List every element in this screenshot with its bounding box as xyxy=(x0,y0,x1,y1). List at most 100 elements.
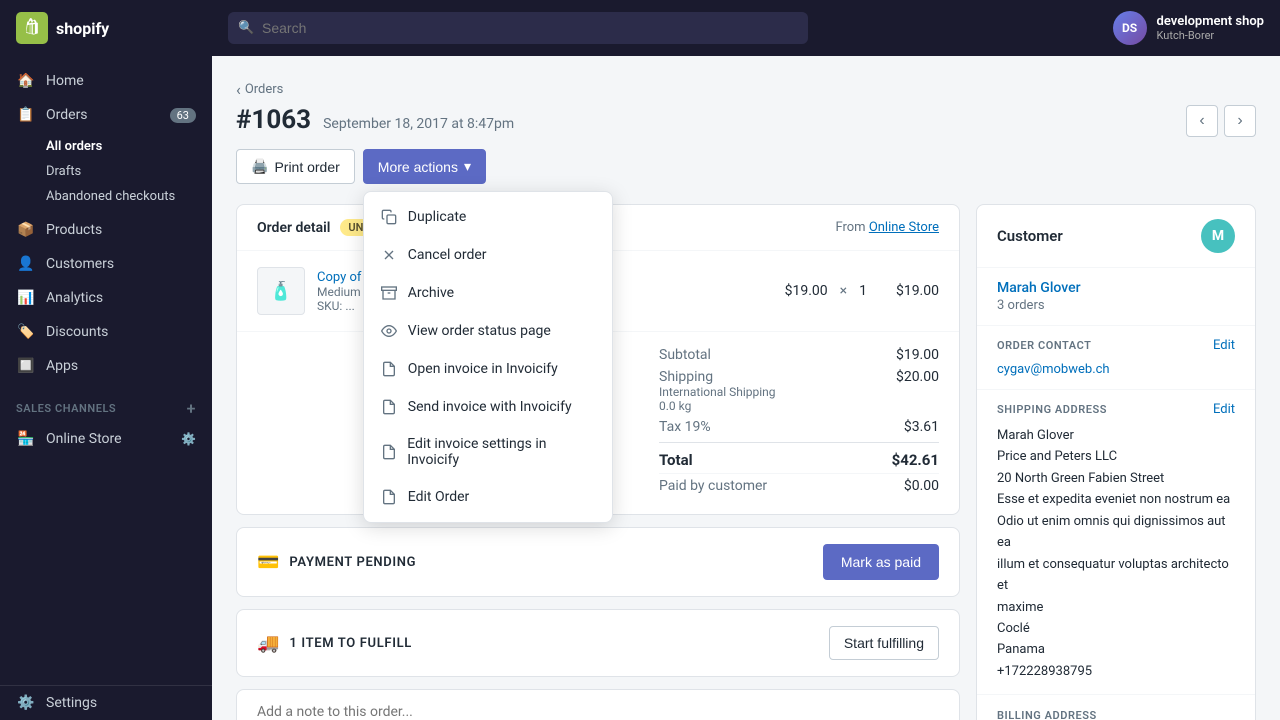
customer-card: Customer M Marah Glover 3 orders ORDER C… xyxy=(976,204,1256,720)
from-store-link[interactable]: Online Store xyxy=(869,220,939,235)
sidebar-item-customers[interactable]: 👤 Customers xyxy=(0,247,212,281)
shipping-row: Shipping International Shipping 0.0 kg $… xyxy=(659,366,939,416)
send-invoice-icon xyxy=(380,398,398,416)
customer-name-link[interactable]: Marah Glover xyxy=(997,280,1235,296)
sidebar-item-apps[interactable]: 🔲 Apps xyxy=(0,349,212,383)
order-item-total: $19.00 xyxy=(879,283,939,299)
contact-edit-link[interactable]: Edit xyxy=(1213,338,1235,353)
products-icon: 📦 xyxy=(16,222,36,238)
payment-icon: 💳 xyxy=(257,552,279,573)
eye-icon xyxy=(380,322,398,340)
sidebar-section-sales-channels: SALES CHANNELS + xyxy=(0,383,212,422)
sidebar-item-online-store[interactable]: 🏪 Online Store ⚙️ xyxy=(0,422,212,456)
dropdown-item-archive[interactable]: Archive xyxy=(364,274,612,312)
archive-label: Archive xyxy=(408,285,454,301)
breadcrumb-label: Orders xyxy=(245,82,284,97)
note-textarea[interactable] xyxy=(237,690,959,720)
dropdown-item-duplicate[interactable]: Duplicate xyxy=(364,198,612,236)
paid-row: Paid by customer $0.00 xyxy=(659,473,939,498)
order-date: September 18, 2017 at 8:47pm xyxy=(323,116,514,132)
total-row: Total $42.61 xyxy=(659,442,939,473)
order-item-multiply: × xyxy=(840,283,847,299)
online-store-icon: 🏪 xyxy=(16,431,36,447)
sidebar-item-discounts[interactable]: 🏷️ Discounts xyxy=(0,315,212,349)
shipping-address-section: SHIPPING ADDRESS Edit Marah Glover Price… xyxy=(977,390,1255,694)
mark-as-paid-button[interactable]: Mark as paid xyxy=(823,544,939,580)
dropdown-item-open-invoice[interactable]: Open invoice in Invoicify xyxy=(364,350,612,388)
payment-pending-card: 💳 PAYMENT PENDING Mark as paid xyxy=(236,527,960,597)
edit-invoice-settings-icon xyxy=(380,443,397,461)
apps-icon: 🔲 xyxy=(16,358,36,374)
sidebar-discounts-label: Discounts xyxy=(46,324,108,340)
edit-invoice-settings-label: Edit invoice settings in Invoicify xyxy=(407,436,596,468)
breadcrumb[interactable]: ‹ Orders xyxy=(236,80,1256,99)
next-order-button[interactable]: › xyxy=(1224,105,1256,137)
product-thumbnail: 🧴 xyxy=(257,267,305,315)
sidebar-analytics-label: Analytics xyxy=(46,290,103,306)
analytics-icon: 📊 xyxy=(16,290,36,306)
cancel-order-label: Cancel order xyxy=(408,247,487,263)
sidebar-settings-label: Settings xyxy=(46,695,97,711)
sidebar-orders-label: Orders xyxy=(46,107,88,123)
sidebar-products-label: Products xyxy=(46,222,102,238)
dropdown-item-edit-invoice-settings[interactable]: Edit invoice settings in Invoicify xyxy=(364,426,612,478)
online-store-settings-icon: ⚙️ xyxy=(181,432,196,446)
view-status-label: View order status page xyxy=(408,323,551,339)
truck-icon: 🚚 xyxy=(257,633,279,654)
print-order-label: Print order xyxy=(274,159,339,175)
logo: shopify xyxy=(16,12,216,44)
sidebar-item-analytics[interactable]: 📊 Analytics xyxy=(0,281,212,315)
shipping-address: Marah Glover Price and Peters LLC 20 Nor… xyxy=(997,425,1235,682)
sidebar-item-all-orders[interactable]: All orders xyxy=(46,134,212,159)
open-invoice-icon xyxy=(380,360,398,378)
order-contact-title: ORDER CONTACT xyxy=(997,339,1092,352)
sidebar-orders-submenu: All orders Drafts Abandoned checkouts xyxy=(0,132,212,213)
more-actions-button[interactable]: More actions ▾ xyxy=(363,149,486,184)
discounts-icon: 🏷️ xyxy=(16,324,36,340)
settings-icon: ⚙️ xyxy=(16,695,36,711)
print-order-button[interactable]: 🖨️ Print order xyxy=(236,149,355,184)
more-actions-label: More actions xyxy=(378,159,458,175)
customer-title: Customer xyxy=(997,227,1063,245)
online-store-label: Online Store xyxy=(46,431,122,447)
sidebar-item-home[interactable]: 🏠 Home xyxy=(0,64,212,98)
dropdown-item-send-invoice[interactable]: Send invoice with Invoicify xyxy=(364,388,612,426)
store-avatar: DS xyxy=(1113,11,1147,45)
sidebar-item-orders[interactable]: 📋 Orders 63 xyxy=(0,98,212,132)
open-invoice-label: Open invoice in Invoicify xyxy=(408,361,558,377)
sidebar-item-products[interactable]: 📦 Products xyxy=(0,213,212,247)
prev-order-button[interactable]: ‹ xyxy=(1186,105,1218,137)
edit-order-label: Edit Order xyxy=(408,489,470,505)
print-icon: 🖨️ xyxy=(251,158,268,175)
edit-order-icon xyxy=(380,488,398,506)
sidebar-item-abandoned[interactable]: Abandoned checkouts xyxy=(46,184,212,209)
duplicate-icon xyxy=(380,208,398,226)
more-actions-dropdown: Duplicate Cancel order Archive xyxy=(363,191,613,523)
send-invoice-label: Send invoice with Invoicify xyxy=(408,399,572,415)
customer-email[interactable]: cygav@mobweb.ch xyxy=(997,362,1110,377)
note-card xyxy=(236,689,960,720)
tax-row: Tax 19% $3.61 xyxy=(659,416,939,438)
shipping-edit-link[interactable]: Edit xyxy=(1213,402,1235,417)
search-input[interactable] xyxy=(228,12,808,44)
customers-icon: 👤 xyxy=(16,256,36,272)
billing-address-title: BILLING ADDRESS xyxy=(997,709,1097,720)
order-contact-section: ORDER CONTACT Edit cygav@mobweb.ch xyxy=(977,326,1255,389)
search-icon: 🔍 xyxy=(238,21,254,36)
dropdown-item-view-status[interactable]: View order status page xyxy=(364,312,612,350)
home-icon: 🏠 xyxy=(16,73,36,89)
dropdown-item-cancel[interactable]: Cancel order xyxy=(364,236,612,274)
dropdown-item-edit-order[interactable]: Edit Order xyxy=(364,478,612,516)
start-fulfilling-button[interactable]: Start fulfilling xyxy=(829,626,939,660)
chevron-down-icon: ▾ xyxy=(464,158,471,175)
more-actions-wrapper: More actions ▾ Duplicate Cancel order xyxy=(363,149,486,184)
order-item-price: $19.00 xyxy=(785,283,828,299)
customer-avatar: M xyxy=(1201,219,1235,253)
order-detail-title: Order detail xyxy=(257,220,330,236)
add-channel-icon[interactable]: + xyxy=(187,399,196,418)
back-arrow-icon: ‹ xyxy=(236,80,241,99)
logo-text: shopify xyxy=(56,19,109,38)
sidebar-item-drafts[interactable]: Drafts xyxy=(46,159,212,184)
sidebar-item-settings[interactable]: ⚙️ Settings xyxy=(0,685,212,720)
page-title: #1063 xyxy=(236,105,311,135)
